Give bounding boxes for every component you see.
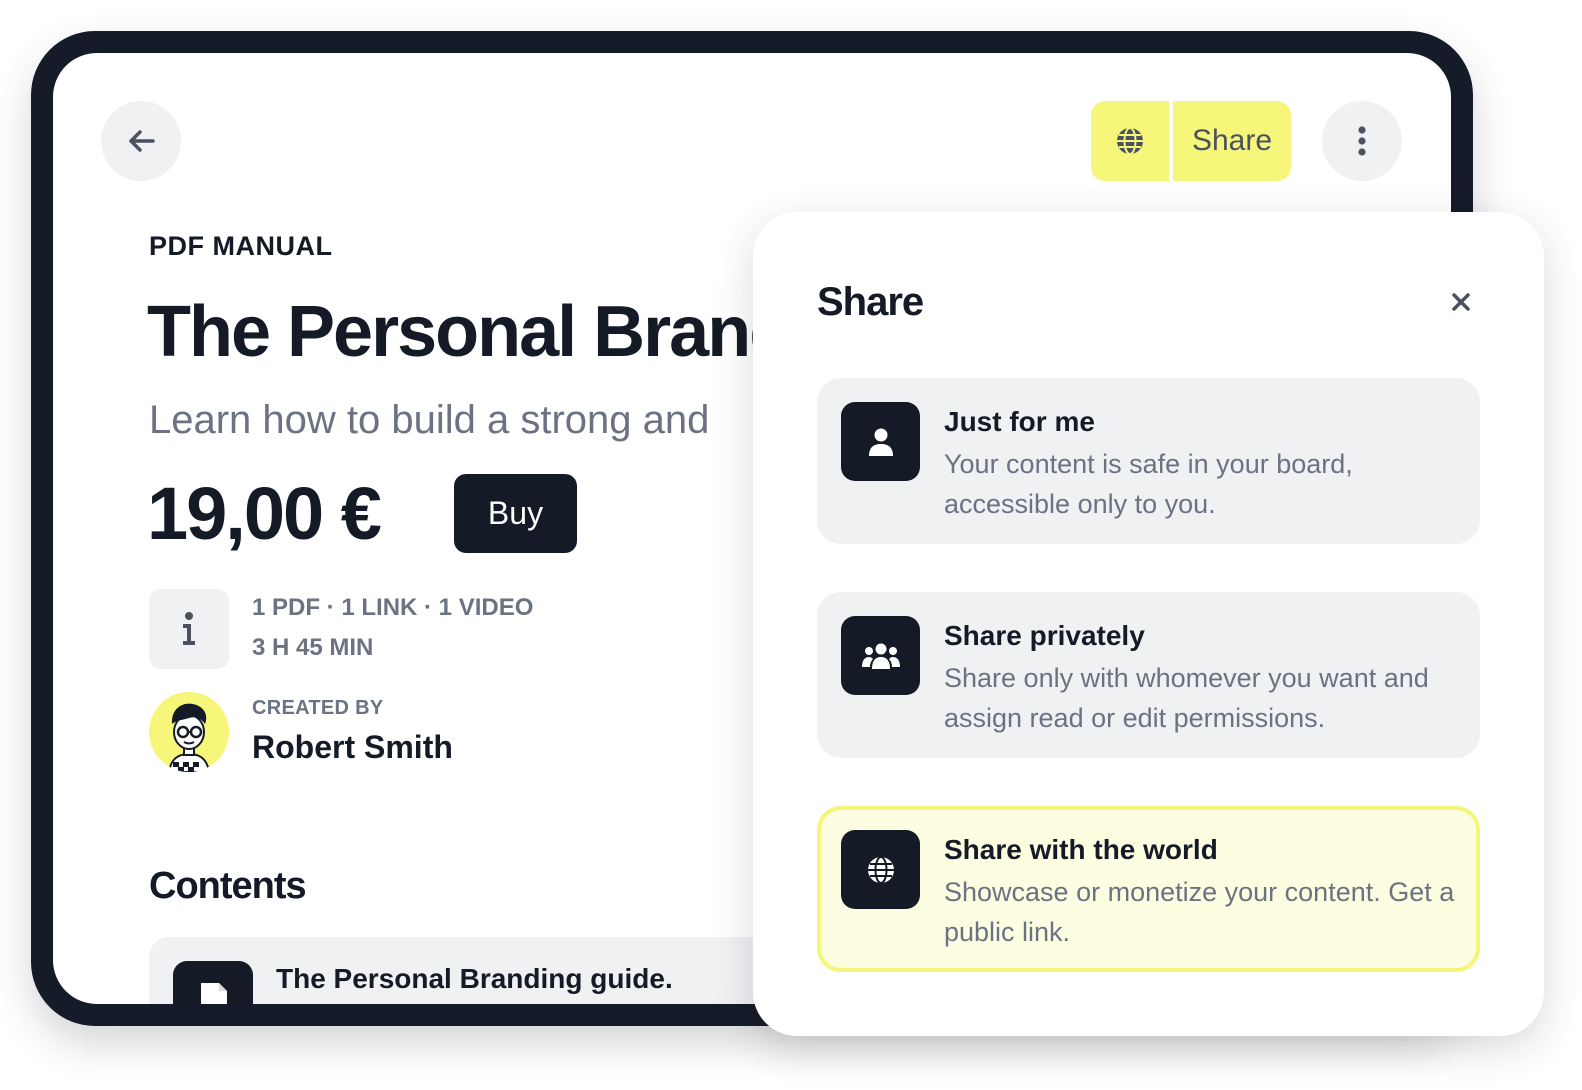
product-price: 19,00 €: [147, 472, 382, 555]
visibility-button[interactable]: [1091, 101, 1169, 181]
option-description: Share only with whomever you want and as…: [944, 663, 1429, 733]
option-title: Share with the world: [944, 834, 1218, 865]
option-title: Just for me: [944, 406, 1095, 437]
more-vertical-icon: [1358, 126, 1366, 156]
share-panel: Share Just for me Your content is safe i…: [753, 212, 1544, 1036]
globe-icon: [1117, 127, 1143, 155]
info-icon: [183, 612, 195, 645]
arrow-left-icon: [129, 130, 155, 152]
share-panel-title: Share: [817, 280, 924, 324]
share-option-world[interactable]: Share with the world Showcase or monetiz…: [817, 806, 1480, 972]
file-icon: [201, 983, 227, 1004]
product-type-label: PDF MANUAL: [149, 231, 333, 261]
option-icon-box: [841, 616, 920, 695]
option-icon-box: [841, 830, 920, 909]
content-item-label: The Personal Branding guide.: [276, 963, 673, 994]
content-item-icon-box: [173, 961, 253, 1004]
users-icon: [861, 643, 900, 669]
option-description: Showcase or monetize your content. Get a…: [944, 877, 1455, 947]
product-subtitle: Learn how to build a strong and: [149, 398, 710, 442]
product-meta-duration: 3 H 45 MIN: [252, 634, 374, 661]
buy-button[interactable]: Buy: [454, 474, 577, 553]
creator-name[interactable]: Robert Smith: [252, 729, 453, 766]
more-button[interactable]: [1322, 101, 1402, 181]
close-icon: [1452, 293, 1470, 311]
option-description: Your content is safe in your board, acce…: [944, 449, 1353, 519]
contents-heading: Contents: [149, 865, 307, 907]
creator-portrait-icon: [149, 692, 229, 772]
globe-icon: [867, 855, 894, 884]
close-button[interactable]: [1443, 284, 1479, 320]
share-button[interactable]: Share: [1173, 101, 1291, 181]
info-badge: [149, 589, 229, 669]
option-icon-box: [841, 402, 920, 481]
created-by-label: CREATED BY: [252, 697, 384, 719]
share-option-privately[interactable]: Share privately Share only with whomever…: [817, 592, 1480, 758]
user-icon: [868, 428, 893, 456]
creator-avatar[interactable]: [149, 692, 229, 772]
product-meta-items: 1 PDF · 1 LINK · 1 VIDEO: [252, 594, 534, 621]
share-option-just-for-me[interactable]: Just for me Your content is safe in your…: [817, 378, 1480, 544]
back-button[interactable]: [101, 101, 181, 181]
option-title: Share privately: [944, 620, 1145, 651]
